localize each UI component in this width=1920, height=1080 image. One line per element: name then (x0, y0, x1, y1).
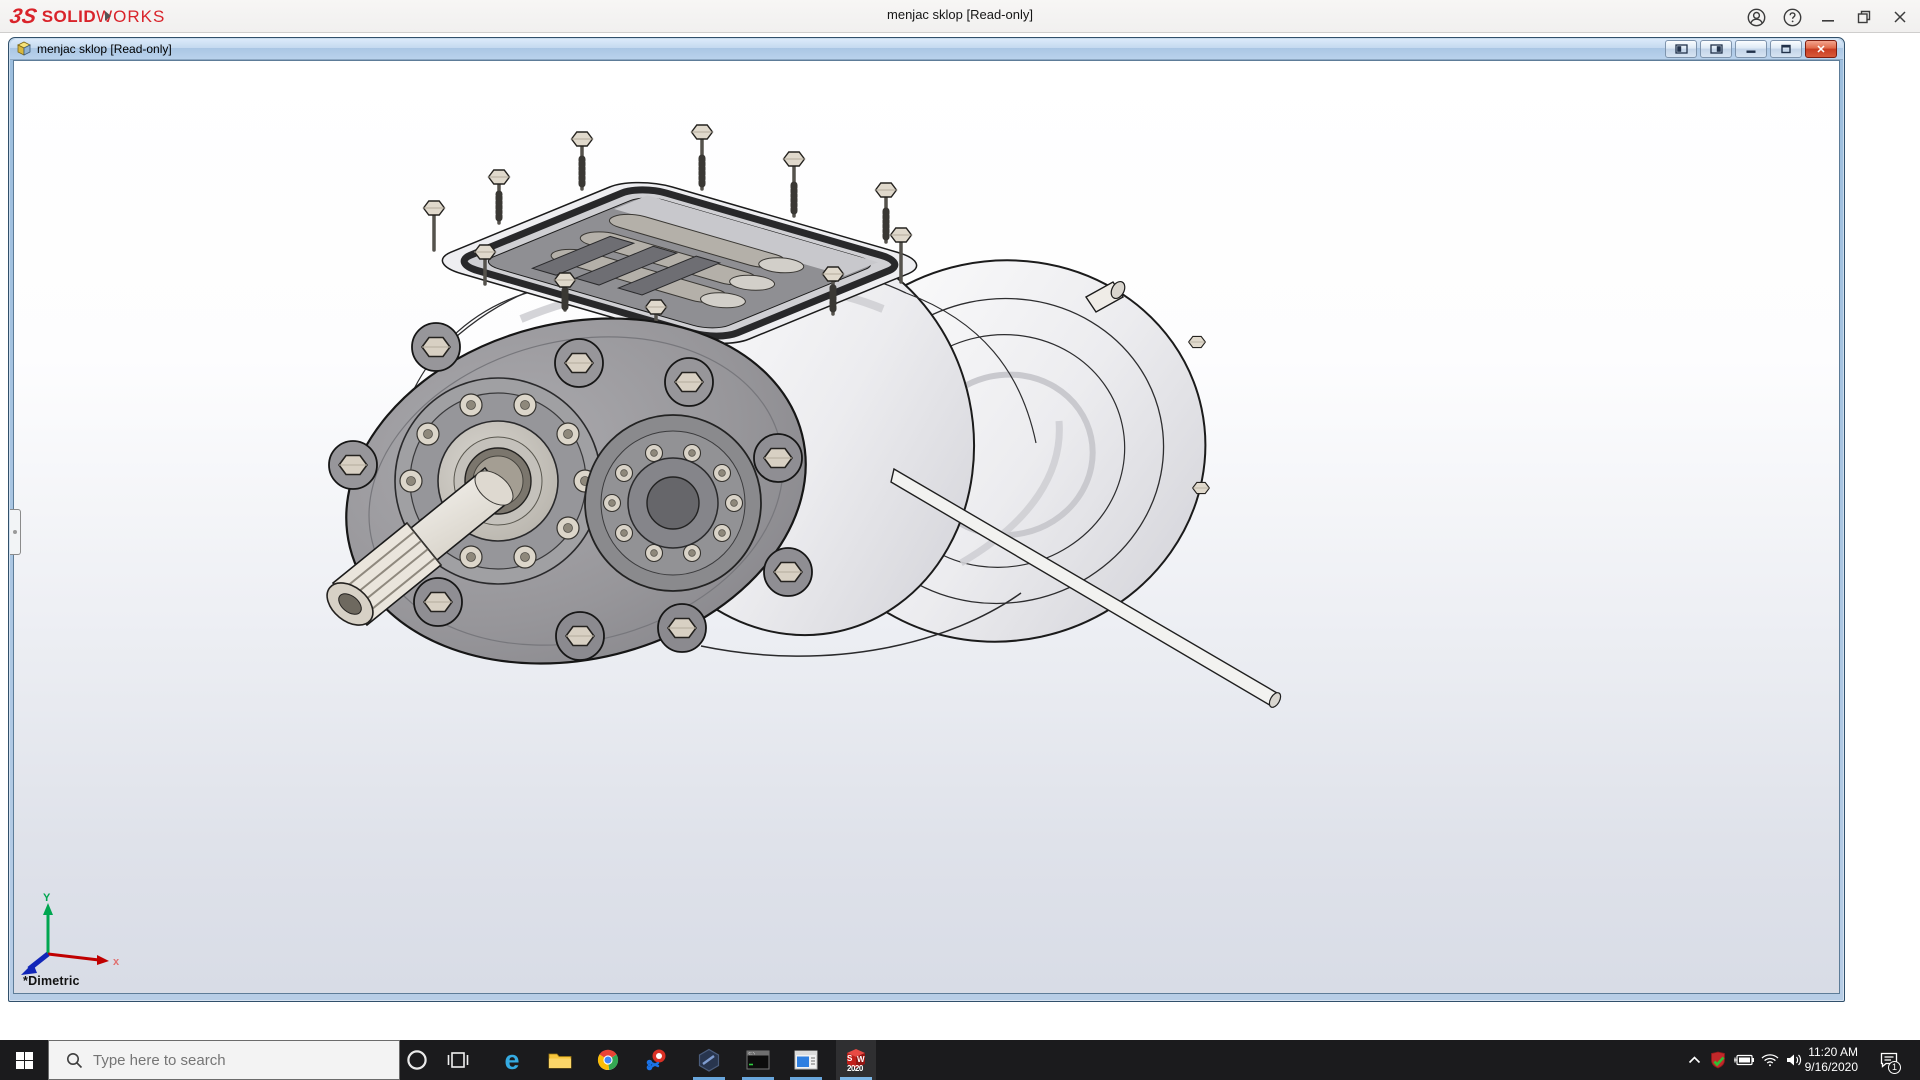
wifi-icon[interactable] (1757, 1040, 1783, 1080)
screenshot-tool-icon (646, 1049, 666, 1071)
close-x-icon: ✕ (1816, 43, 1826, 56)
document-close-button[interactable]: ✕ (1805, 40, 1837, 58)
taskbar-item-solidworks[interactable]: S W 2020 (836, 1040, 876, 1080)
taskbar-item-screenshot-tool[interactable] (637, 1040, 677, 1080)
split-left-icon (1674, 44, 1688, 54)
triad-x-label: x (113, 956, 120, 968)
document-titlebar[interactable]: menjac sklop [Read-only] (10, 39, 1843, 60)
document-restore-button[interactable] (1770, 40, 1802, 58)
main-titlebar: 3S SOLID WORKS menjac sklop [Read-only] (0, 0, 1920, 33)
account-icon[interactable] (1741, 4, 1771, 30)
tray-chevron-up-icon[interactable] (1681, 1040, 1707, 1080)
window-title: menjac sklop [Read-only] (887, 7, 1033, 22)
orientation-triad: Y x (21, 892, 120, 975)
document-title: menjac sklop [Read-only] (37, 42, 172, 56)
restore-button[interactable] (1849, 4, 1879, 30)
assembly-document-icon (17, 41, 31, 56)
document-minimize-button[interactable] (1735, 40, 1767, 58)
solidworks-2020-icon: S W 2020 (843, 1047, 869, 1074)
gallery-app-icon (794, 1050, 818, 1070)
taskbar-search[interactable] (48, 1040, 400, 1080)
action-center-button[interactable]: 1 (1872, 1040, 1906, 1080)
document-window-controls: ✕ (1665, 40, 1837, 58)
tray-time: 11:20 AM (1808, 1045, 1858, 1059)
tray-date: 9/16/2020 (1804, 1060, 1858, 1074)
minimize-button[interactable] (1813, 4, 1843, 30)
minimize-icon (1746, 50, 1756, 53)
solidworks-logo: 3S SOLID WORKS (7, 5, 165, 28)
windows-logo-icon (15, 1051, 33, 1069)
file-explorer-icon (548, 1053, 572, 1069)
document-window: menjac sklop [Read-only] ✕ Y x *Dimetric (8, 37, 1845, 1002)
start-button[interactable] (0, 1040, 48, 1080)
solidworks-logo-solid: SOLID (41, 7, 97, 26)
view-orientation-label: *Dimetric (23, 974, 80, 988)
svg-text:C:\: C:\ (749, 1052, 757, 1057)
collapsed-panel-tab[interactable] (10, 509, 21, 555)
taskbar-item-gallery-app[interactable] (786, 1040, 826, 1080)
split-left-button[interactable] (1665, 40, 1697, 58)
help-icon[interactable] (1777, 4, 1807, 30)
tray-clock[interactable]: 11:20 AM 9/16/2020 (1798, 1045, 1858, 1075)
battery-icon[interactable] (1731, 1040, 1757, 1080)
panel-tab-grip-icon (13, 530, 17, 534)
close-button[interactable] (1885, 4, 1915, 30)
taskbar-item-terminal[interactable]: C:\ (738, 1040, 778, 1080)
menu-flyout-arrow-icon[interactable] (103, 9, 113, 23)
terminal-icon: C:\ (746, 1050, 770, 1070)
search-input[interactable] (93, 1051, 343, 1069)
split-right-button[interactable] (1700, 40, 1732, 58)
notification-count-badge: 1 (1888, 1061, 1901, 1074)
taskbar-item-edge[interactable]: e (492, 1040, 532, 1080)
gearbox-3d-model[interactable]: Y x (13, 60, 1840, 994)
solidworks-monitor-shield-icon[interactable] (1705, 1040, 1731, 1080)
hexagon-app-icon (698, 1048, 720, 1072)
triad-y-label: Y (43, 892, 51, 904)
search-icon (67, 1052, 83, 1068)
taskbar: e C:\ (0, 1040, 1920, 1080)
taskbar-item-hexagon-app[interactable] (689, 1040, 729, 1080)
graphics-viewport[interactable]: Y x *Dimetric (13, 60, 1840, 994)
edge-icon: e (504, 1045, 520, 1075)
taskbar-item-file-explorer[interactable] (540, 1040, 580, 1080)
split-right-icon (1709, 44, 1723, 54)
taskbar-item-task-view[interactable] (438, 1040, 478, 1080)
taskbar-item-chrome[interactable] (588, 1040, 628, 1080)
chrome-icon (597, 1049, 619, 1070)
restore-icon (1781, 44, 1791, 54)
solidworks-logo-mark: 3S (7, 5, 40, 28)
taskbar-item-cortana[interactable] (397, 1040, 437, 1080)
cortana-icon (407, 1050, 427, 1070)
task-view-icon (447, 1052, 469, 1068)
